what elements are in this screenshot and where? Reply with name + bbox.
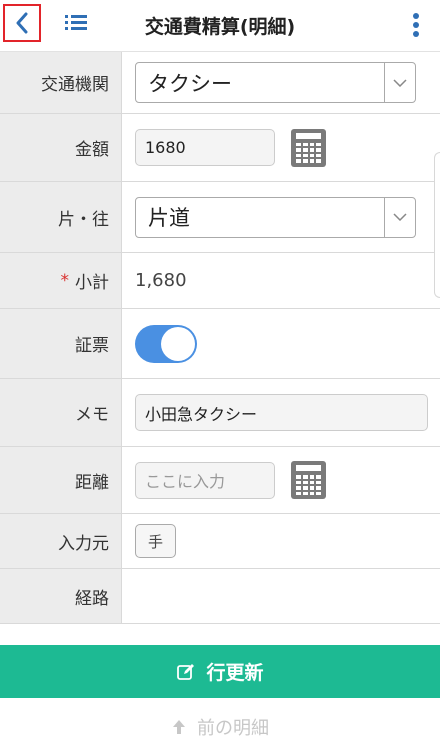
trip-select-arrow[interactable] <box>384 197 415 237</box>
transport-select[interactable]: タクシー <box>135 62 416 103</box>
row-distance: 距離 ここに入力 <box>0 447 440 514</box>
more-menu-button[interactable] <box>412 12 420 38</box>
input-source-label: 入力元 <box>0 514 122 568</box>
expense-detail-form: 交通機関 タクシー 金額 1680 片・往 片道 * 小計 1,680 証票 メ… <box>0 52 440 624</box>
chevron-down-icon <box>393 213 407 221</box>
transport-label: 交通機関 <box>0 52 122 113</box>
amount-calculator-button[interactable] <box>291 128 326 167</box>
transport-select-value: タクシー <box>148 71 232 96</box>
receipt-label: 証票 <box>0 309 122 378</box>
trip-select[interactable]: 片道 <box>135 196 416 238</box>
update-row-label: 行更新 <box>206 662 264 684</box>
memo-label: メモ <box>0 379 122 446</box>
amount-input[interactable]: 1680 <box>135 129 275 166</box>
app-header: 交通費精算(明細) <box>0 0 440 52</box>
subtotal-label-cell: * 小計 <box>0 253 122 308</box>
route-label: 経路 <box>0 569 122 623</box>
more-vertical-icon <box>413 13 419 37</box>
edit-icon <box>177 663 195 680</box>
side-scroll-handle[interactable] <box>434 152 440 298</box>
toggle-knob <box>161 326 195 361</box>
previous-detail-link[interactable]: 前の明細 <box>0 712 440 742</box>
distance-label: 距離 <box>0 447 122 513</box>
trip-label: 片・往 <box>0 182 122 252</box>
trip-select-value: 片道 <box>148 206 190 230</box>
row-receipt: 証票 <box>0 309 440 379</box>
row-input-source: 入力元 手 <box>0 514 440 569</box>
amount-label: 金額 <box>0 114 122 181</box>
row-memo: メモ 小田急タクシー <box>0 379 440 447</box>
distance-input[interactable]: ここに入力 <box>135 461 275 499</box>
row-amount: 金額 1680 <box>0 114 440 182</box>
memo-input[interactable]: 小田急タクシー <box>135 394 428 431</box>
distance-calculator-button[interactable] <box>291 461 326 499</box>
row-transport: 交通機関 タクシー <box>0 52 440 114</box>
calculator-icon <box>296 142 321 163</box>
calculator-screen <box>296 465 321 471</box>
previous-detail-label: 前の明細 <box>197 718 269 739</box>
row-trip: 片・往 片道 <box>0 182 440 253</box>
subtotal-value: 1,680 <box>135 270 187 291</box>
manual-input-badge[interactable]: 手 <box>135 524 176 558</box>
page-title: 交通費精算(明細) <box>144 16 296 38</box>
arrow-up-icon <box>173 720 185 734</box>
receipt-toggle[interactable] <box>135 324 197 363</box>
transport-select-arrow[interactable] <box>384 63 415 102</box>
subtotal-label: 小計 <box>75 273 109 293</box>
update-row-button[interactable]: 行更新 <box>0 645 440 698</box>
required-mark: * <box>60 270 70 291</box>
row-route: 経路 <box>0 569 440 624</box>
row-subtotal: * 小計 1,680 <box>0 253 440 309</box>
calculator-icon <box>296 475 321 495</box>
calculator-screen <box>296 132 321 139</box>
chevron-down-icon <box>393 78 407 87</box>
